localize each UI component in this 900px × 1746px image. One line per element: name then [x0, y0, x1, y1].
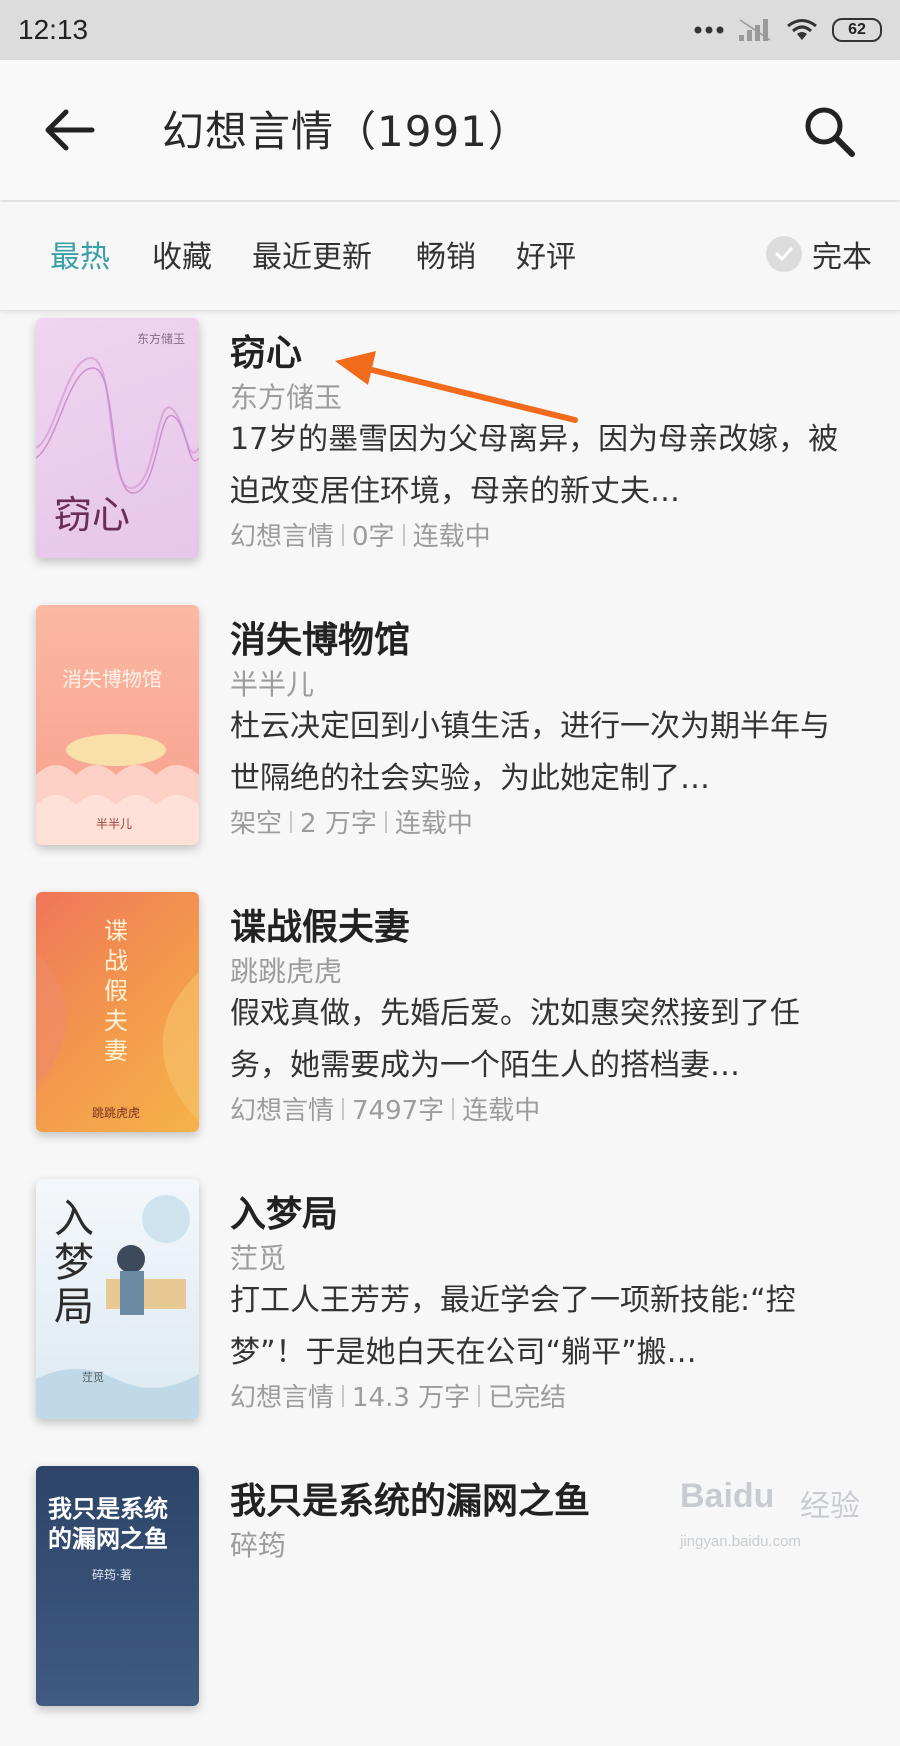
more-dots-icon [694, 26, 724, 34]
book-title[interactable]: 我只是系统的漏网之鱼 [230, 1472, 590, 1524]
book-category: 幻想言情 [230, 522, 335, 552]
book-author: 半半儿 [230, 668, 315, 701]
book-meta: 幻想言情 0字 连载中 [230, 516, 491, 553]
signal-icon [739, 19, 771, 41]
book-author: 东方储玉 [230, 381, 343, 414]
completed-filter-label: 完本 [812, 240, 872, 275]
wifi-icon [787, 19, 817, 40]
book-cover[interactable]: 我只是系统的漏网之鱼 碎筠·著 [36, 1466, 199, 1706]
book-description: 杜云决定回到小镇生活，进行一次为期半年与世隔绝的社会实验，为此她定制了… [230, 709, 830, 796]
watermark-url: jingyan.baidu.com [680, 1533, 801, 1550]
book-word-count: 0字 [352, 522, 395, 552]
book-category: 架空 [230, 809, 283, 839]
app-bar: 幻想言情（1991） [0, 60, 900, 200]
back-arrow-icon[interactable] [40, 104, 100, 156]
baidu-watermark: Baidu 经验 jingyan.baidu.com [680, 1475, 880, 1565]
book-status: 已完结 [488, 1383, 567, 1413]
status-bar: 12:13 62 [0, 0, 900, 60]
tab-bestseller[interactable]: 畅销 [416, 232, 476, 276]
book-description: 打工人王芳芳，最近学会了一项新技能:“控梦”！于是她白天在公司“躺平”搬… [230, 1283, 796, 1370]
book-cover[interactable]: 东方储玉 窃心 [36, 318, 199, 558]
cover-author: 东方储玉 [136, 332, 185, 346]
cover-author: 半半儿 [96, 817, 133, 831]
book-meta: 幻想言情 14.3 万字 已完结 [230, 1377, 566, 1414]
book-status: 连载中 [462, 1096, 541, 1126]
book-description: 17岁的墨雪因为父母离异，因为母亲改嫁，被迫改变居住环境，母亲的新丈夫… [230, 422, 839, 509]
book-list-item[interactable]: 入梦局 茳觅 入梦局 茳觅 打工人王芳芳，最近学会了一项新技能:“控梦”！于是她… [0, 1179, 900, 1459]
search-icon[interactable] [800, 102, 858, 160]
book-title[interactable]: 谍战假夫妻 [230, 898, 410, 950]
book-word-count: 14.3 万字 [352, 1383, 471, 1413]
cover-author: 跳跳虎虎 [92, 1106, 141, 1120]
cover-title: 我只是系统的漏网之鱼 [48, 1494, 168, 1553]
book-category: 幻想言情 [230, 1383, 335, 1413]
battery-icon: 62 [832, 18, 882, 42]
tab-favorites[interactable]: 收藏 [152, 232, 212, 276]
tab-hottest[interactable]: 最热 [50, 232, 110, 276]
book-meta: 幻想言情 7497字 连载中 [230, 1090, 540, 1127]
status-icons: 62 [694, 18, 882, 42]
book-author: 碎筠 [230, 1529, 287, 1562]
book-cover[interactable]: 谍战假夫妻 跳跳虎虎 [36, 892, 199, 1132]
page-title: 幻想言情（1991） [162, 107, 531, 156]
book-title[interactable]: 消失博物馆 [230, 611, 410, 663]
book-category: 幻想言情 [230, 1096, 335, 1126]
check-icon [766, 236, 802, 272]
book-status: 连载中 [394, 809, 473, 839]
cover-author: 茳觅 [82, 1371, 104, 1384]
annotation-arrow-icon [335, 351, 578, 423]
tab-good-reviews[interactable]: 好评 [516, 232, 576, 276]
status-time: 12:13 [18, 14, 89, 45]
book-list-item[interactable]: 谍战假夫妻 跳跳虎虎 谍战假夫妻 跳跳虎虎 假戏真做，先婚后爱。沈如惠突然接到了… [0, 892, 900, 1172]
book-status: 连载中 [412, 522, 491, 552]
cover-title: 谍战假夫妻 [104, 917, 128, 1065]
book-description: 假戏真做，先婚后爱。沈如惠突然接到了任务，她需要成为一个陌生人的搭档妻… [230, 996, 800, 1083]
book-cover[interactable]: 入梦局 茳觅 [36, 1179, 199, 1419]
book-list-item[interactable]: 消失博物馆 半半儿 消失博物馆 半半儿 杜云决定回到小镇生活，进行一次为期半年与… [0, 605, 900, 885]
completed-filter-toggle[interactable]: 完本 [766, 232, 872, 276]
filter-bar: 最热 收藏 最近更新 畅销 好评 完本 [0, 202, 900, 311]
cover-author: 碎筠·著 [92, 1568, 132, 1582]
tab-recent-update[interactable]: 最近更新 [252, 232, 372, 276]
book-title[interactable]: 入梦局 [230, 1185, 338, 1237]
book-author: 跳跳虎虎 [230, 955, 343, 988]
cover-title: 入梦局 [54, 1196, 94, 1330]
cover-title: 消失博物馆 [62, 667, 162, 691]
battery-level: 62 [848, 21, 866, 38]
book-cover[interactable]: 消失博物馆 半半儿 [36, 605, 199, 845]
cover-title: 窃心 [54, 493, 131, 537]
book-meta: 架空 2 万字 连载中 [230, 803, 473, 840]
book-author: 茳觅 [230, 1242, 287, 1275]
book-word-count: 2 万字 [300, 809, 377, 839]
book-title[interactable]: 窃心 [230, 324, 302, 376]
watermark-sub: 经验 [800, 1490, 860, 1523]
book-word-count: 7497字 [352, 1096, 445, 1126]
watermark-brand: Baidu [680, 1477, 775, 1515]
